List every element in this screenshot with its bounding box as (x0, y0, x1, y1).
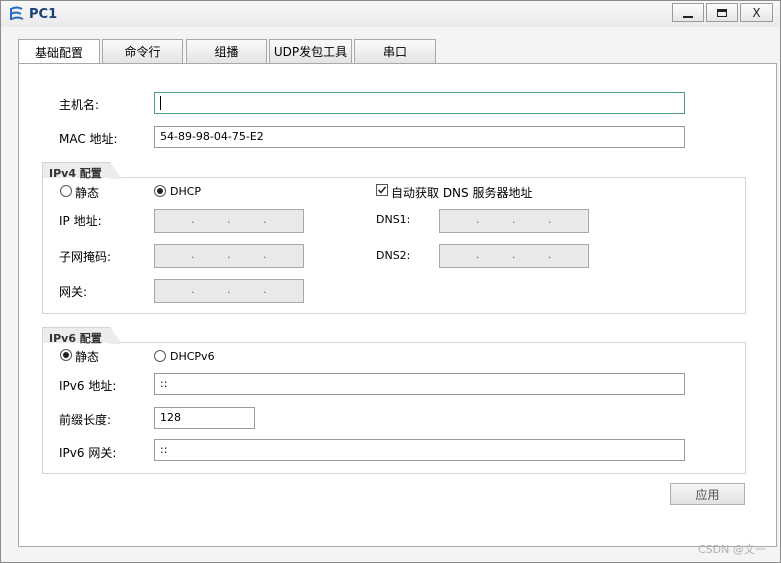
ip-dot: . (191, 248, 195, 261)
ipv4-static-radio[interactable] (60, 185, 72, 197)
tab-basic-config[interactable]: 基础配置 (18, 39, 100, 64)
auto-dns-label: 自动获取 DNS 服务器地址 (391, 186, 533, 200)
maximize-button[interactable] (706, 3, 738, 22)
ip-dot: . (512, 248, 516, 261)
basic-config-panel: 主机名: MAC 地址: 54-89-98-04-75-E2 IPv4 配置 静… (18, 63, 777, 547)
ip-dot: . (227, 283, 231, 296)
ip-dot: . (263, 248, 267, 261)
dns2-label: DNS2: (376, 249, 411, 262)
dns1-field[interactable]: ... (439, 209, 589, 233)
tab-multicast[interactable]: 组播 (186, 39, 267, 63)
ip-dot: . (263, 283, 267, 296)
ipv6-group-title: IPv6 配置 (42, 327, 122, 345)
prefix-length-field[interactable]: 128 (154, 407, 255, 429)
ipv6-dhcpv6-radio[interactable] (154, 350, 166, 362)
ipv6-dhcpv6-label: DHCPv6 (170, 350, 215, 363)
checkmark-icon (377, 186, 387, 194)
gateway-field[interactable]: ... (154, 279, 304, 303)
ip-dot: . (191, 213, 195, 226)
subnet-mask-field[interactable]: ... (154, 244, 304, 268)
ip-dot: . (548, 248, 552, 261)
apply-button[interactable]: 应用 (670, 483, 745, 505)
ipv6-address-label: IPv6 地址: (59, 379, 117, 393)
prefix-length-label: 前缀长度: (59, 413, 112, 427)
ipv4-dhcp-label: DHCP (170, 185, 202, 198)
auto-dns-checkbox[interactable] (376, 184, 388, 196)
close-button[interactable]: X (740, 3, 773, 22)
ip-dot: . (548, 213, 552, 226)
window-title: PC1 (29, 7, 58, 22)
title-bar[interactable]: PC1 X (1, 1, 780, 27)
watermark: CSDN @文一 (698, 543, 766, 556)
ip-dot: . (191, 283, 195, 296)
hostname-label: 主机名: (59, 98, 100, 112)
text-caret (160, 96, 161, 110)
minimize-icon (683, 15, 693, 18)
pc-app-icon (10, 6, 24, 20)
ip-dot: . (227, 213, 231, 226)
ipv4-group-title: IPv4 配置 (42, 162, 122, 180)
tab-udp-tool[interactable]: UDP发包工具 (269, 39, 352, 63)
ip-dot: . (227, 248, 231, 261)
ipv6-gateway-label: IPv6 网关: (59, 446, 117, 460)
mac-label: MAC 地址: (59, 132, 118, 146)
mac-address-field[interactable]: 54-89-98-04-75-E2 (154, 126, 685, 148)
minimize-button[interactable] (672, 3, 704, 22)
ipv4-static-label: 静态 (75, 186, 100, 200)
ipv4-address-label: IP 地址: (59, 214, 102, 228)
ipv6-gateway-field[interactable]: :: (154, 439, 685, 461)
ip-dot: . (512, 213, 516, 226)
ip-dot: . (476, 248, 480, 261)
pc1-window: PC1 X 基础配置 命令行 组播 UDP发包工具 串口 主机名: MAC 地址… (0, 0, 781, 563)
tab-command-line[interactable]: 命令行 (102, 39, 183, 63)
gateway-label: 网关: (59, 285, 88, 299)
ipv6-static-radio[interactable] (60, 349, 72, 361)
dns1-label: DNS1: (376, 213, 411, 226)
maximize-icon (717, 8, 727, 17)
ip-dot: . (263, 213, 267, 226)
ipv4-dhcp-radio[interactable] (154, 185, 166, 197)
ipv6-static-label: 静态 (75, 350, 100, 364)
subnet-mask-label: 子网掩码: (59, 250, 112, 264)
ipv4-address-field[interactable]: ... (154, 209, 304, 233)
ipv6-address-field[interactable]: :: (154, 373, 685, 395)
tab-serial[interactable]: 串口 (354, 39, 436, 63)
dns2-field[interactable]: ... (439, 244, 589, 268)
hostname-input[interactable] (154, 92, 685, 114)
ip-dot: . (476, 213, 480, 226)
